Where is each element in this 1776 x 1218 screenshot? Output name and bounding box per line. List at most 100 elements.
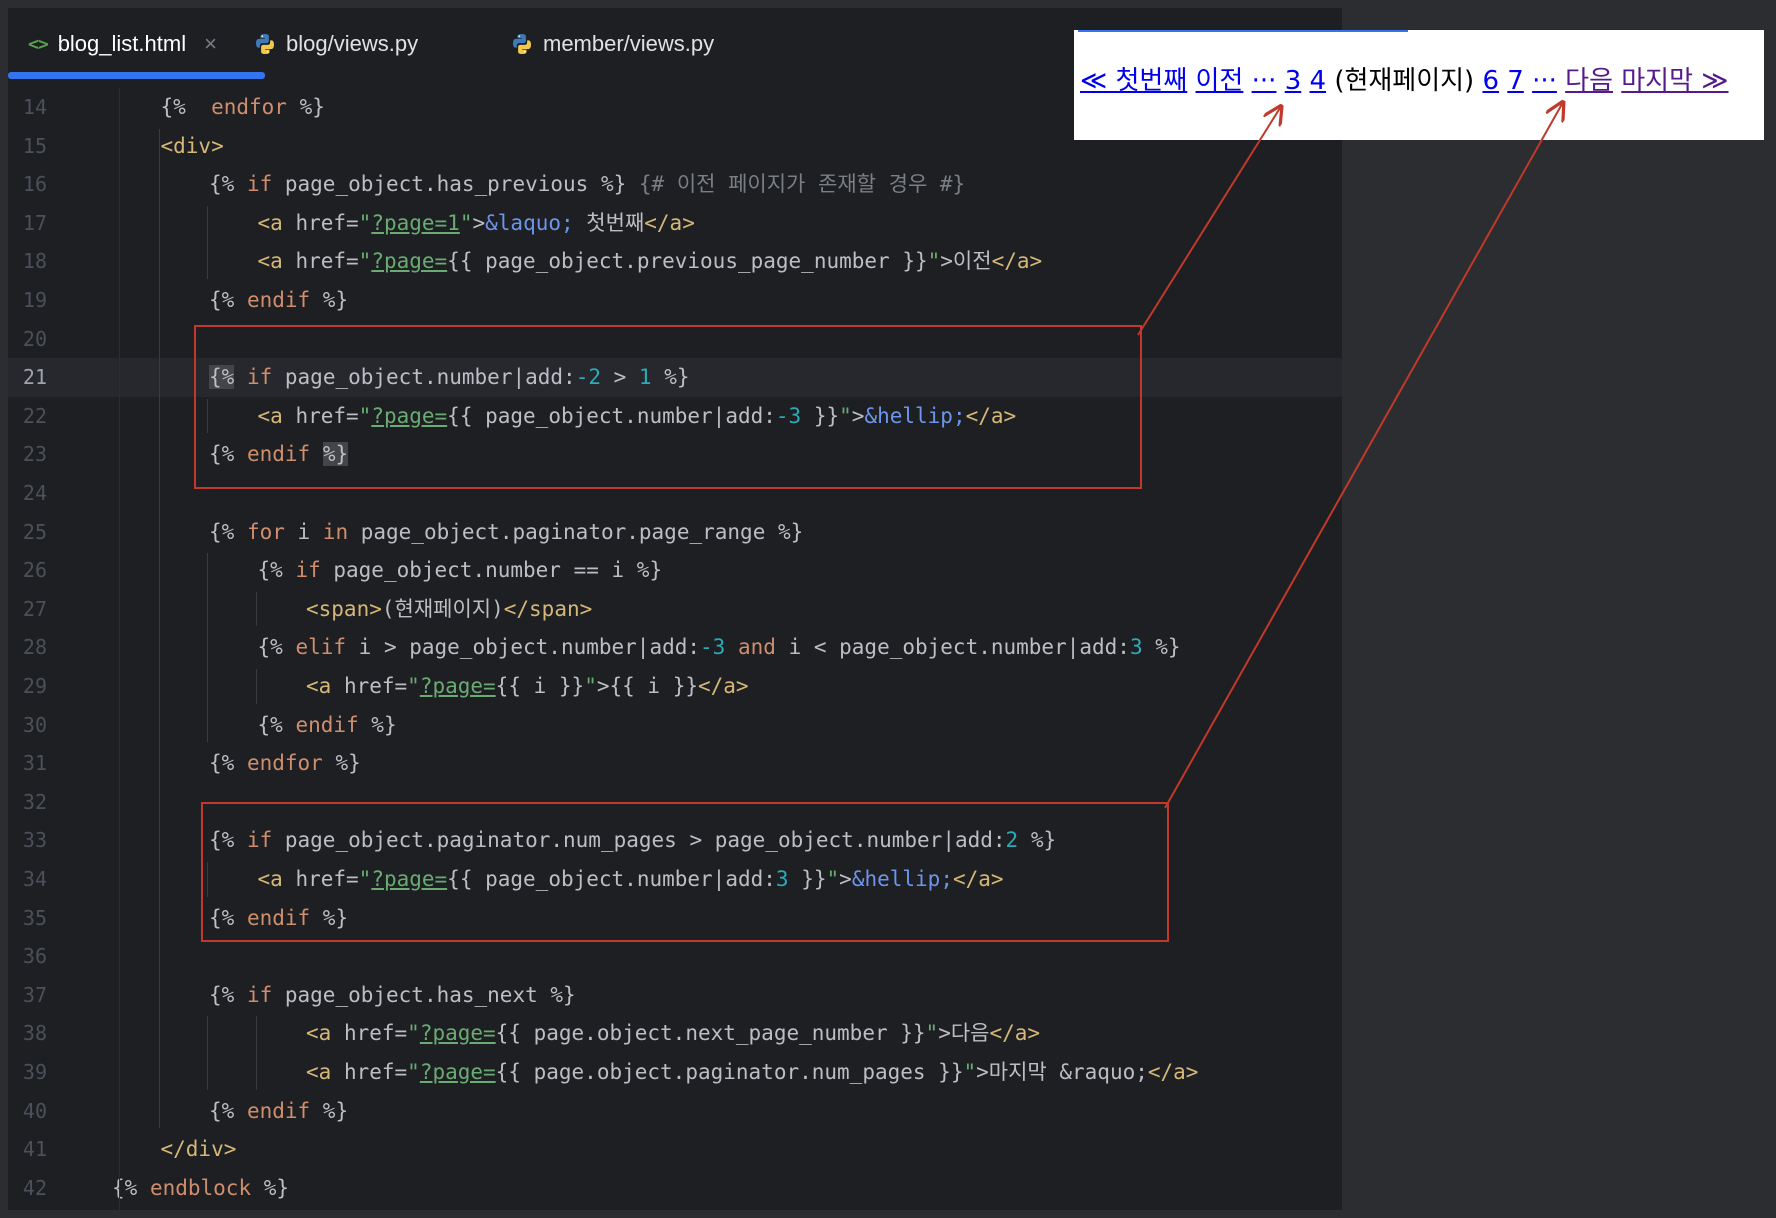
line-number: 30 bbox=[22, 712, 47, 737]
code-token-delim bbox=[725, 635, 738, 659]
code-text: {% endfor %} bbox=[209, 744, 361, 783]
code-token-str: " bbox=[459, 210, 473, 235]
code-token-str: " bbox=[584, 674, 597, 698]
ellipsis-left-link[interactable]: ··· bbox=[1252, 66, 1277, 96]
code-token-tag: <a bbox=[257, 249, 296, 274]
code-token-delim: {{ i }} bbox=[495, 674, 585, 698]
line-number: 32 bbox=[22, 789, 47, 814]
line-number: 27 bbox=[22, 596, 47, 621]
indent-guide bbox=[255, 669, 257, 704]
code-text: {% if page_object.number == i %} bbox=[258, 551, 663, 590]
annotation-box-prev-ellipsis bbox=[194, 325, 1142, 489]
line-number: 41 bbox=[22, 1137, 47, 1162]
line-number: 35 bbox=[22, 905, 47, 930]
line-number: 34 bbox=[22, 867, 47, 891]
code-token-tag: </div> bbox=[160, 1137, 237, 1162]
code-token-tag: <a bbox=[306, 1021, 344, 1046]
indent-guide bbox=[158, 128, 160, 1129]
code-token-kw: if bbox=[295, 558, 321, 583]
indent-guide bbox=[255, 1016, 257, 1090]
code-token-delim: page_object.paginator.page_range %} bbox=[348, 519, 804, 544]
code-token-str: " bbox=[927, 249, 941, 274]
code-token-delim: {% bbox=[257, 635, 296, 660]
code-line[interactable]: 28 {% elif i > page_object.number|add:-3 … bbox=[8, 628, 1342, 667]
next-page-link[interactable]: 다음 bbox=[1565, 66, 1613, 96]
code-token-delim: href= bbox=[295, 249, 359, 274]
code-text: {% endblock %} bbox=[112, 1169, 289, 1208]
tab-blog-list-html[interactable]: <> blog_list.html × bbox=[28, 8, 217, 80]
last-page-link[interactable]: 마지막 ≫ bbox=[1621, 66, 1728, 96]
tab-member-views-py[interactable]: member/views.py bbox=[511, 8, 714, 80]
code-token-delim: {% bbox=[160, 95, 199, 119]
code-token-delim: {% bbox=[257, 712, 296, 737]
previous-page-link[interactable]: 이전 bbox=[1196, 66, 1244, 96]
code-token-tag: <a bbox=[257, 210, 296, 235]
current-page-label: (현재페이지) bbox=[1334, 66, 1475, 96]
code-text: {% endif %} bbox=[209, 1092, 348, 1131]
close-icon[interactable]: × bbox=[204, 31, 217, 57]
code-token-delim: %} bbox=[310, 1098, 349, 1123]
code-text: {% if page_object.has_next %} bbox=[209, 976, 576, 1015]
code-token-tag: <div> bbox=[160, 133, 224, 158]
code-editor[interactable]: <> blog_list.html × blog/views.py member… bbox=[8, 8, 1342, 1210]
code-token-cm: {# 이전 페이지가 존재할 경우 #} bbox=[638, 172, 966, 197]
code-line[interactable]: 16 {% if page_object.has_previous %} {# 이… bbox=[8, 165, 1342, 204]
first-page-link[interactable]: ≪ 첫번째 bbox=[1080, 66, 1187, 96]
code-line[interactable]: 26 {% if page_object.number == i %} bbox=[8, 551, 1342, 590]
code-token-delim: 첫번째 bbox=[573, 210, 645, 235]
code-text: <a href="?page={{ i }}">{{ i }}</a> bbox=[306, 667, 749, 706]
tab-blog-views-py[interactable]: blog/views.py bbox=[254, 8, 418, 80]
code-token-kw: endfor bbox=[246, 751, 323, 776]
code-token-link: ?page= bbox=[419, 1060, 496, 1084]
line-number: 26 bbox=[22, 558, 47, 583]
code-line[interactable]: 36 bbox=[8, 937, 1342, 976]
code-token-delim: href= bbox=[343, 1060, 408, 1084]
page-6-link[interactable]: 6 bbox=[1482, 66, 1499, 96]
code-line[interactable]: 42 {% endblock %} bbox=[8, 1169, 1342, 1208]
code-line[interactable]: 38 <a href="?page={{ page.object.next_pag… bbox=[8, 1014, 1342, 1053]
ellipsis-right-link[interactable]: ··· bbox=[1532, 66, 1557, 96]
code-line[interactable]: 37 {% if page_object.has_next %} bbox=[8, 976, 1342, 1015]
code-area[interactable]: 14 {% endfor %} 15 <div> 16 {% if page_object… bbox=[8, 88, 1342, 1210]
code-line[interactable]: 30 {% endif %} bbox=[8, 706, 1342, 745]
code-line[interactable]: 39 <a href="?page={{ page.object.paginato… bbox=[8, 1053, 1342, 1092]
code-token-delim: i < page_object.number|add: bbox=[775, 635, 1130, 660]
line-number: 38 bbox=[22, 1021, 47, 1046]
code-token-ent: &laquo; bbox=[485, 210, 574, 235]
page-3-link[interactable]: 3 bbox=[1285, 66, 1302, 96]
code-token-delim: %} bbox=[322, 751, 361, 776]
page-7-link[interactable]: 7 bbox=[1507, 66, 1524, 96]
indent-guide bbox=[207, 205, 208, 279]
code-token-link: ?page=1 bbox=[371, 210, 460, 235]
line-number: 28 bbox=[22, 635, 47, 660]
code-token-delim: >다음 bbox=[938, 1021, 990, 1046]
code-line[interactable]: 41 </div> bbox=[8, 1130, 1342, 1169]
line-number: 24 bbox=[22, 481, 47, 505]
code-token-tag: <a bbox=[306, 1060, 344, 1084]
code-token-delim: {% bbox=[209, 982, 247, 1007]
code-token-delim: {% bbox=[209, 519, 247, 544]
code-text: {% endif %} bbox=[209, 281, 348, 320]
code-token-delim: {% bbox=[209, 288, 247, 312]
code-token-tag: </span> bbox=[503, 596, 593, 621]
tab-label: blog/views.py bbox=[286, 31, 419, 56]
code-line[interactable]: 27 <span>(현재페이지)</span> bbox=[8, 590, 1342, 629]
code-line[interactable]: 29 <a href="?page={{ i }}">{{ i }}</a> bbox=[8, 667, 1342, 706]
code-line[interactable]: 17 <a href="?page=1">&laquo; 첫번째</a> bbox=[8, 204, 1342, 243]
line-number: 31 bbox=[22, 751, 47, 776]
line-number: 21 bbox=[22, 365, 47, 390]
code-line[interactable]: 18 <a href="?page={{ page_object.previous… bbox=[8, 242, 1342, 281]
code-token-kw: endif bbox=[246, 288, 311, 312]
python-icon bbox=[254, 33, 276, 55]
code-line[interactable]: 31 {% endfor %} bbox=[8, 744, 1342, 783]
code-token-kw: if bbox=[246, 172, 273, 197]
line-number: 18 bbox=[22, 249, 47, 274]
code-token-kw: endif bbox=[295, 712, 359, 737]
code-line[interactable]: 40 {% endif %} bbox=[8, 1092, 1342, 1131]
code-token-str: " bbox=[407, 1060, 420, 1084]
code-token-delim: {% bbox=[257, 558, 296, 583]
line-number: 29 bbox=[22, 674, 47, 698]
code-line[interactable]: 19 {% endif %} bbox=[8, 281, 1342, 320]
page-4-link[interactable]: 4 bbox=[1310, 66, 1327, 96]
code-line[interactable]: 25 {% for i in page_object.paginator.page… bbox=[8, 513, 1342, 552]
